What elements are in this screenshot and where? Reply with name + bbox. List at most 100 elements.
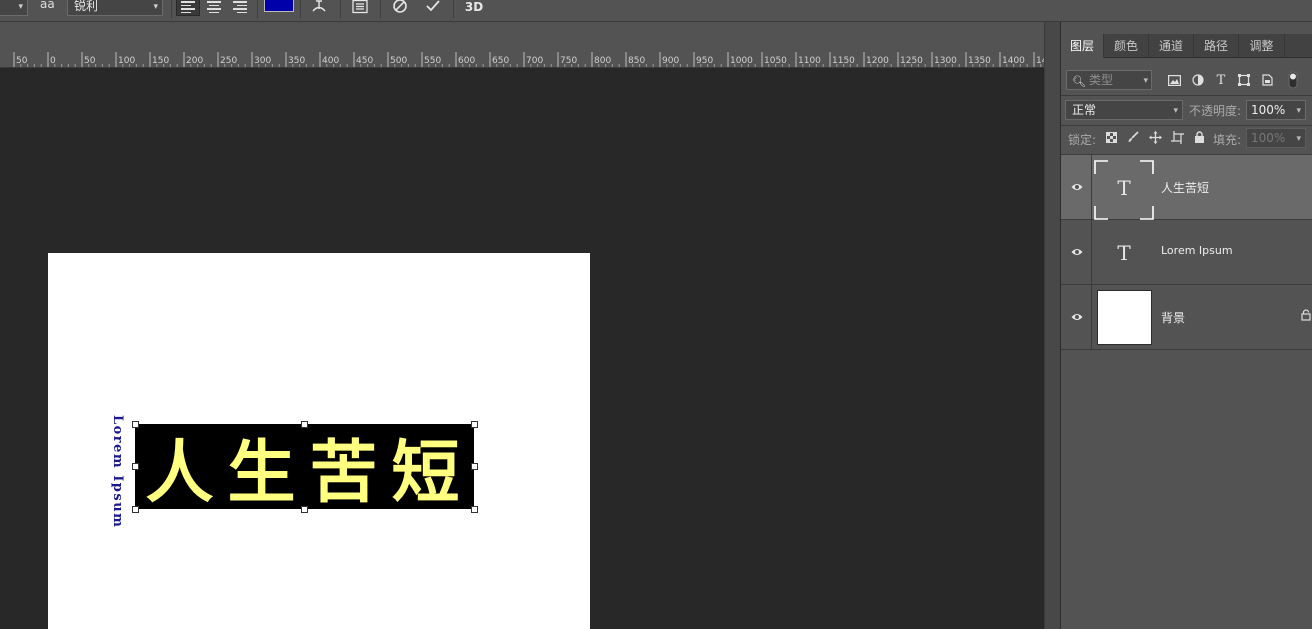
warp-text-icon bbox=[312, 0, 326, 12]
ruler-label: 750 bbox=[560, 56, 577, 66]
transform-handle-top[interactable] bbox=[301, 421, 308, 428]
transform-handle-left[interactable] bbox=[132, 463, 139, 470]
antialias-dropdown[interactable]: 锐利 ▾ bbox=[67, 0, 163, 16]
layer-filter-dropdown[interactable]: 🔍︎ 类型 ▾ bbox=[1066, 70, 1152, 90]
fill-input[interactable]: 100% ▾ bbox=[1246, 128, 1306, 148]
ruler-label: 1000 bbox=[730, 56, 753, 66]
layer-name: Lorem Ipsum bbox=[1161, 244, 1233, 257]
opacity-label: 不透明度: bbox=[1189, 104, 1242, 118]
horizontal-ruler[interactable]: 50 0 50 100 150 200 250 300 350 400 450 500 550 600 65… bbox=[0, 52, 1044, 68]
filter-adjustment-icon[interactable] bbox=[1191, 73, 1205, 87]
ruler-label: 950 bbox=[696, 56, 713, 66]
lock-transparent-pixels-icon[interactable] bbox=[1104, 130, 1118, 144]
ruler-label: 550 bbox=[424, 56, 441, 66]
layer-name: 人生苦短 bbox=[1161, 181, 1210, 195]
divider bbox=[1061, 125, 1312, 126]
tab-adjustments[interactable]: 调整 bbox=[1239, 34, 1285, 58]
commit-button[interactable] bbox=[422, 0, 444, 16]
vertical-scrollbar[interactable] bbox=[1044, 22, 1060, 629]
ruler-label: 600 bbox=[458, 56, 475, 66]
lock-image-pixels-icon[interactable] bbox=[1126, 130, 1140, 144]
ruler-label: 400 bbox=[322, 56, 339, 66]
ruler-label: 1150 bbox=[832, 56, 855, 66]
ruler-label: 450 bbox=[356, 56, 373, 66]
separator bbox=[340, 0, 341, 18]
lock-icon[interactable] bbox=[1301, 309, 1311, 321]
visibility-column bbox=[1091, 220, 1092, 285]
align-left-icon bbox=[181, 1, 195, 13]
antialias-icon: aa bbox=[40, 0, 55, 11]
ruler-label: 700 bbox=[526, 56, 543, 66]
ruler-label: 300 bbox=[254, 56, 271, 66]
vertical-text-layer[interactable]: Lorem Ipsum bbox=[108, 415, 126, 528]
layer-row-background[interactable]: 背景 bbox=[1061, 285, 1312, 350]
eye-icon[interactable] bbox=[1071, 247, 1083, 257]
chevron-down-icon: ▾ bbox=[1296, 134, 1301, 144]
chevron-down-icon: ▾ bbox=[153, 2, 158, 12]
separator bbox=[380, 0, 381, 18]
align-right-button[interactable] bbox=[228, 0, 252, 16]
align-center-button[interactable] bbox=[202, 0, 226, 16]
transform-handle-right[interactable] bbox=[471, 463, 478, 470]
ruler-label: 1350 bbox=[968, 56, 991, 66]
ruler-label: 1100 bbox=[798, 56, 821, 66]
tab-color[interactable]: 颜色 bbox=[1104, 34, 1149, 58]
text-icon: T bbox=[1117, 240, 1131, 265]
separator bbox=[453, 0, 454, 18]
ruler-label: 250 bbox=[220, 56, 237, 66]
ruler-label: 900 bbox=[662, 56, 679, 66]
chevron-down-icon: ▾ bbox=[1143, 76, 1148, 86]
warp-text-button[interactable] bbox=[308, 0, 330, 16]
eye-icon[interactable] bbox=[1071, 182, 1083, 192]
chevron-down-icon: ▾ bbox=[18, 2, 23, 12]
transform-handle-top-left[interactable] bbox=[132, 421, 139, 428]
tab-channels[interactable]: 通道 bbox=[1149, 34, 1194, 58]
panel-tabs: 图层 颜色 通道 路径 调整 bbox=[1061, 34, 1312, 58]
layer-row-title[interactable]: T 人生苦短 bbox=[1061, 155, 1312, 220]
filter-text-icon[interactable]: T bbox=[1214, 73, 1228, 88]
lock-artboard-icon[interactable] bbox=[1170, 130, 1184, 144]
filter-shape-icon[interactable] bbox=[1237, 73, 1251, 87]
blend-mode-dropdown[interactable]: 正常 ▾ bbox=[1065, 100, 1183, 120]
blend-mode-value: 正常 bbox=[1072, 103, 1097, 117]
text-color-swatch[interactable] bbox=[264, 0, 294, 12]
cancel-button[interactable] bbox=[389, 0, 411, 16]
lock-all-icon[interactable] bbox=[1192, 130, 1206, 144]
separator bbox=[257, 0, 258, 18]
panel-icon bbox=[352, 0, 368, 14]
ruler-label: 50 bbox=[84, 56, 96, 66]
photoshop-window: ▾ aa 锐利 ▾ 3D 50 0 50 100 150 200 250 300… bbox=[0, 0, 1312, 629]
opacity-input[interactable]: 100% ▾ bbox=[1246, 100, 1306, 120]
transform-handle-top-right[interactable] bbox=[471, 421, 478, 428]
tab-paths[interactable]: 路径 bbox=[1194, 34, 1239, 58]
search-icon: 🔍︎ bbox=[1072, 75, 1086, 88]
document-tab-strip bbox=[0, 22, 1060, 52]
filter-toggle-icon[interactable] bbox=[1287, 71, 1299, 89]
transform-handle-bottom-left[interactable] bbox=[132, 506, 139, 513]
text-layer-thumbnail: T bbox=[1094, 160, 1154, 220]
3d-button[interactable]: 3D bbox=[462, 0, 486, 16]
ruler-label: 1400 bbox=[1002, 56, 1025, 66]
layer-row-lorem[interactable]: T Lorem Ipsum bbox=[1061, 220, 1312, 285]
fill-label: 填充: bbox=[1213, 133, 1242, 147]
eye-icon[interactable] bbox=[1071, 312, 1083, 322]
title-text-layer[interactable]: 人生苦短 bbox=[135, 424, 474, 513]
antialias-value: 锐利 bbox=[74, 0, 99, 13]
align-left-button[interactable] bbox=[176, 0, 200, 16]
opacity-value: 100% bbox=[1251, 103, 1286, 117]
ruler-label: 1250 bbox=[900, 56, 923, 66]
canvas-area[interactable]: Lorem Ipsum 人生苦短 bbox=[0, 68, 1044, 629]
checkmark-icon bbox=[426, 0, 440, 12]
layer-name: 背景 bbox=[1161, 311, 1186, 325]
ruler-label: 50 bbox=[16, 56, 28, 66]
transform-handle-bottom[interactable] bbox=[301, 506, 308, 513]
filter-smart-object-icon[interactable] bbox=[1260, 73, 1274, 87]
lock-position-icon[interactable] bbox=[1148, 130, 1162, 144]
font-size-dropdown[interactable]: ▾ bbox=[0, 0, 28, 16]
character-panel-button[interactable] bbox=[349, 0, 371, 16]
filter-pixel-icon[interactable] bbox=[1167, 73, 1181, 87]
tab-layers[interactable]: 图层 bbox=[1061, 34, 1104, 58]
ruler-label: 100 bbox=[118, 56, 135, 66]
transform-handle-bottom-right[interactable] bbox=[471, 506, 478, 513]
align-right-icon bbox=[233, 1, 247, 13]
